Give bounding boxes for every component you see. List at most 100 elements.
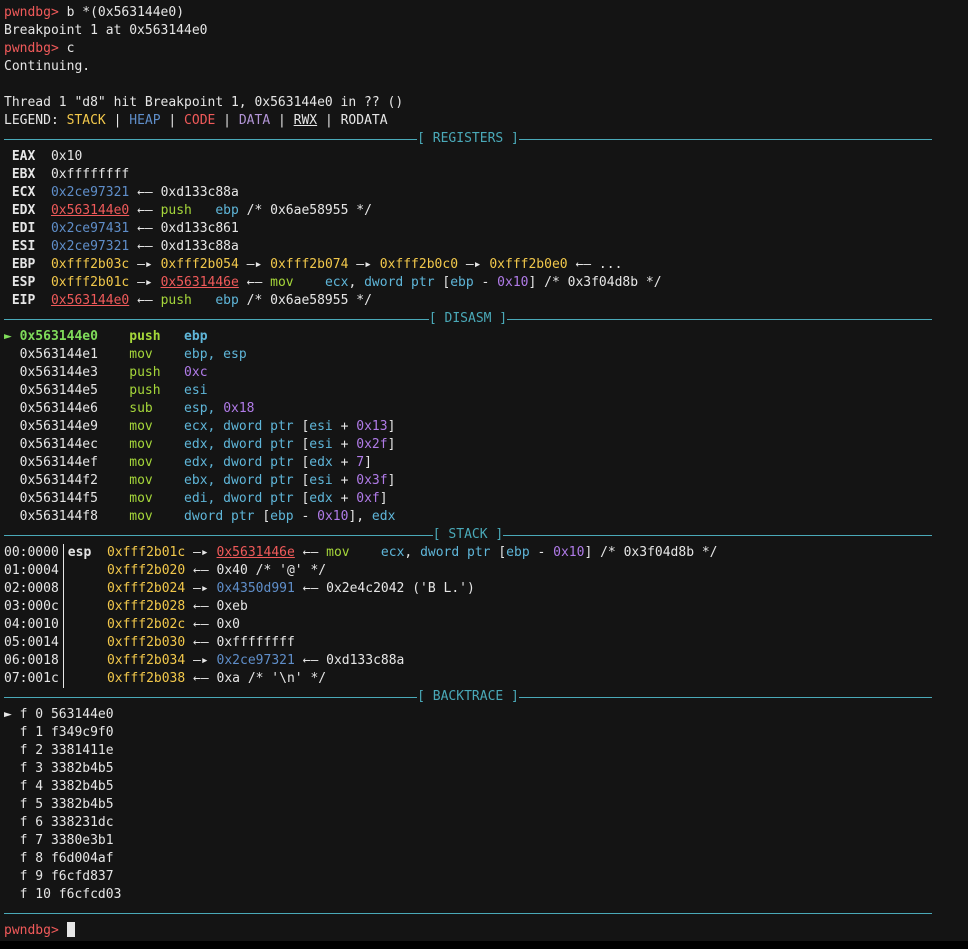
command-input-line[interactable]: pwndbg> <box>4 922 968 940</box>
stack-row: 02:0008 0xfff2b024 —▸ 0x4350d991 ←— 0x2e… <box>4 580 968 598</box>
command-line: pwndbg> c <box>4 40 968 58</box>
register-value: 0x10 <box>50 149 83 164</box>
disasm-row: 0x563144e6 sub esp, 0x18 <box>4 400 968 418</box>
instr-mnemonic: push <box>160 203 192 218</box>
register-value: 0xfff2b01c <box>50 275 130 290</box>
register-row-eax: EAX 0x10 <box>4 148 968 166</box>
instr-operand: edx <box>309 455 333 470</box>
register-row-ebp: EBP 0xfff2b03c —▸ 0xfff2b054 —▸ 0xfff2b0… <box>4 256 968 274</box>
backtrace-separator: [ BACKTRACE ] <box>4 688 968 706</box>
stack-value: ←— 0xffffffff <box>185 635 295 650</box>
instr-address: 0x563144ef <box>19 455 98 470</box>
prompt: pwndbg> <box>4 41 59 56</box>
legend-data: DATA <box>238 113 271 128</box>
deref-tail: ←— ... <box>567 257 623 272</box>
stack-row: 04:0010 0xfff2b02c ←— 0x0 <box>4 616 968 634</box>
disasm-row: 0x563144f2 mov ebx, dword ptr [esi + 0x3… <box>4 472 968 490</box>
deref-arrow: —▸ <box>458 257 490 272</box>
disasm-row-current: ► 0x563144e0 push ebp <box>4 328 968 346</box>
register-row-ecx: ECX 0x2ce97321 ←— 0xd133c88a <box>4 184 968 202</box>
stack-offset: 06:0018 <box>4 653 59 668</box>
instr-address: 0x563144e5 <box>19 383 98 398</box>
stack-row: 07:001c 0xfff2b038 ←— 0xa /* '\n' */ <box>4 670 968 688</box>
register-name: EAX <box>11 149 36 164</box>
deref-arrow: —▸ <box>185 653 217 668</box>
backtrace-frame: f 6 338231dc <box>4 815 114 830</box>
current-instruction-marker: ► <box>4 329 20 344</box>
register-name: EBX <box>11 167 36 182</box>
register-row-esp: ESP 0xfff2b01c —▸ 0x5631446e ←— mov ecx,… <box>4 274 968 292</box>
instr-operand: esi <box>309 473 333 488</box>
backtrace-frame: f 10 f6cfcd03 <box>4 887 122 902</box>
instr-mnemonic: push <box>129 383 161 398</box>
instr-operand: dword ptr <box>420 545 499 560</box>
disasm-row: 0x563144e9 mov ecx, dword ptr [esi + 0x1… <box>4 418 968 436</box>
register-value: 0x2ce97431 <box>50 221 130 236</box>
instr-operand: ecx <box>380 545 405 560</box>
instr-number: 0xc <box>184 365 208 380</box>
register-value: 0x2ce97321 <box>50 239 130 254</box>
instr-operand: esp, <box>184 401 224 416</box>
legend-separator: | <box>215 113 239 128</box>
register-name: ECX <box>11 185 36 200</box>
stack-address: 0xfff2b02c <box>106 617 186 632</box>
backtrace-frame: f 4 3382b4b5 <box>4 779 114 794</box>
instr-operand: ebp <box>215 293 239 308</box>
section-title-disasm: [ DISASM ] <box>428 311 508 326</box>
instr-mnemonic: sub <box>129 401 153 416</box>
register-row-eip: EIP 0x563144e0 ←— push ebp /* 0x6ae58955… <box>4 292 968 310</box>
legend-rodata: RODATA <box>340 113 388 128</box>
instr-operand: edx <box>184 437 208 452</box>
register-value: 0xffffffff <box>50 167 130 182</box>
stack-value: ←— 0x2e4c2042 ('B L.') <box>294 581 475 596</box>
deref-arrow: —▸ <box>185 581 217 596</box>
backtrace-frame: f 2 3381411e <box>4 743 114 758</box>
instr-address: 0x563144e1 <box>19 347 98 362</box>
stack-offset: 04:0010 <box>4 617 59 632</box>
stack-address: 0xfff2b028 <box>106 599 186 614</box>
instr-operand: ebp <box>215 203 239 218</box>
instr-address: 0x563144e9 <box>19 419 98 434</box>
backtrace-frame: ► f 0 563144e0 <box>4 707 114 722</box>
instr-operand: ebx <box>184 473 208 488</box>
stack-row: 01:0004 0xfff2b020 ←— 0x40 /* '@' */ <box>4 562 968 580</box>
deref-value: 0xfff2b074 <box>270 257 349 272</box>
text-cursor[interactable] <box>66 922 75 937</box>
stack-address: 0xfff2b038 <box>106 671 186 686</box>
deref-value: 0x5631446e <box>160 275 239 290</box>
deref-value: 0xfff2b0c0 <box>379 257 459 272</box>
separator-rule <box>4 912 932 914</box>
output-line: Continuing. <box>4 59 91 74</box>
deref-arrow: —▸ <box>185 545 217 560</box>
stack-address: 0xfff2b024 <box>106 581 186 596</box>
instr-mnemonic: mov <box>129 473 153 488</box>
separator-rule <box>507 318 932 320</box>
instr-address: 0x563144e3 <box>19 365 98 380</box>
disasm-row: 0x563144e1 mov ebp, esp <box>4 346 968 364</box>
instr-punct: , <box>404 545 421 560</box>
stack-divider <box>62 580 64 598</box>
register-name: ESP <box>11 275 36 290</box>
legend-separator: | <box>160 113 185 128</box>
instr-operand: ebp <box>506 545 530 560</box>
instr-address: 0x563144f2 <box>19 473 98 488</box>
separator-rule <box>4 318 429 320</box>
stack-value: ←— 0x40 /* '@' */ <box>185 563 327 578</box>
instr-number: 0x18 <box>223 401 255 416</box>
command-text: c <box>58 41 75 56</box>
stack-address: 0xfff2b034 <box>106 653 186 668</box>
instr-comment: /* 0x6ae58955 */ <box>238 293 372 308</box>
instr-mnemonic: mov <box>270 275 294 290</box>
instr-number: 0x10 <box>317 509 349 524</box>
instr-address: 0x563144f5 <box>19 491 98 506</box>
instr-punct: + <box>332 419 357 434</box>
deref-value: 0x5631446e <box>216 545 295 560</box>
separator-rule <box>4 138 418 140</box>
deref-value: 0x4350d991 <box>216 581 295 596</box>
terminal-window[interactable]: pwndbg> b *(0x563144e0) Breakpoint 1 at … <box>0 0 968 941</box>
stack-row: 06:0018 0xfff2b034 —▸ 0x2ce97321 ←— 0xd1… <box>4 652 968 670</box>
instr-operand: ecx <box>184 419 208 434</box>
separator-rule <box>518 138 932 140</box>
disasm-row: 0x563144ec mov edx, dword ptr [esi + 0x2… <box>4 436 968 454</box>
register-name: EDI <box>11 221 36 236</box>
